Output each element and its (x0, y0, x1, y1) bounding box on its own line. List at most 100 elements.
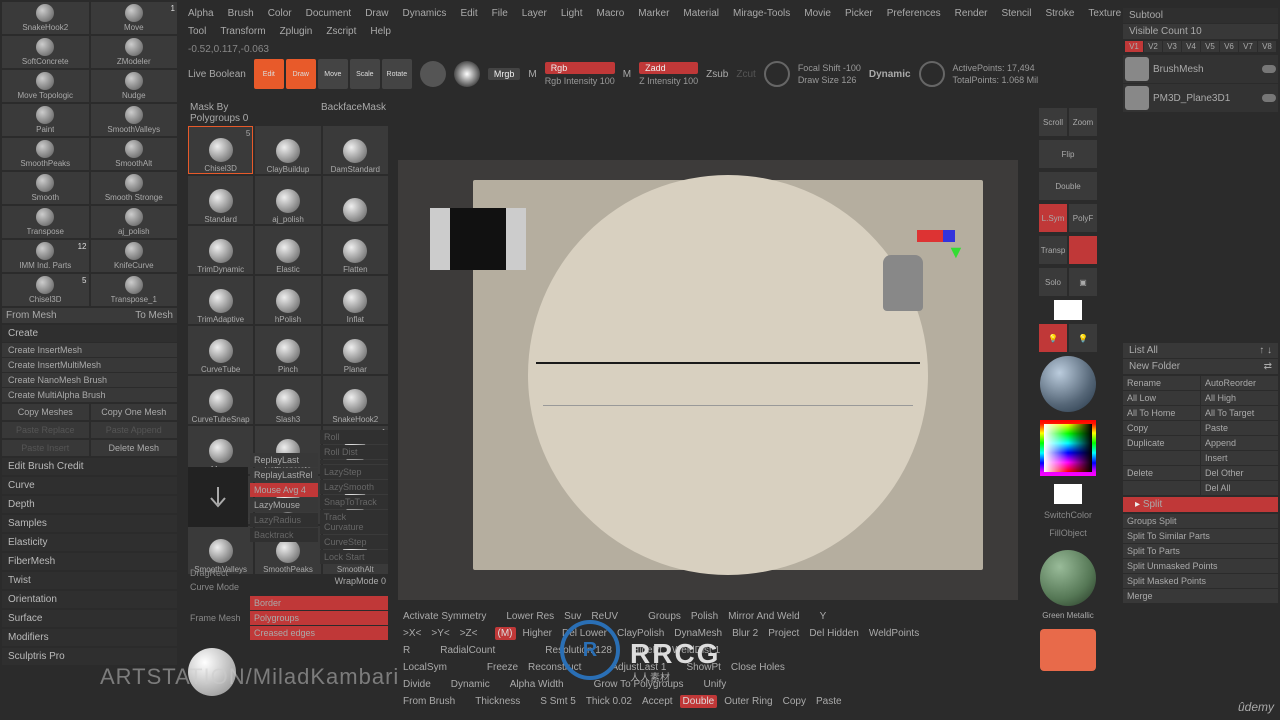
palette-hpolish[interactable]: hPolish (255, 276, 320, 324)
create-insertmesh[interactable]: Create InsertMesh (2, 343, 177, 357)
menu-stencil[interactable]: Stencil (1001, 8, 1031, 19)
menu-document[interactable]: Document (306, 8, 352, 19)
brush-nudge[interactable]: Nudge (91, 70, 178, 102)
model[interactable] (528, 175, 928, 575)
edit-mode-button[interactable]: Edit (254, 59, 284, 89)
frame-polygroups[interactable]: Polygroups (250, 611, 388, 625)
light-icon[interactable]: 💡 (1039, 324, 1067, 352)
curve-mode[interactable]: Curve Mode (188, 580, 248, 594)
color-picker[interactable] (1040, 420, 1096, 476)
menu-edit[interactable]: Edit (460, 8, 477, 19)
ghost-button[interactable] (1069, 236, 1097, 264)
brush-zmodeler[interactable]: ZModeler (91, 36, 178, 68)
frame-border[interactable]: Border (250, 596, 388, 610)
palette-slash3[interactable]: Slash3 (255, 376, 320, 424)
menu-macro[interactable]: Macro (597, 8, 625, 19)
edit-brush-credit[interactable]: Edit Brush Credit (2, 458, 177, 475)
list-all[interactable]: List All↑ ↓ (1123, 343, 1278, 358)
section-twist[interactable]: Twist (2, 572, 177, 589)
main-menu-2[interactable]: ToolTransformZpluginZscriptHelp (188, 26, 391, 37)
color-swatch-secondary[interactable] (1054, 484, 1082, 504)
brush-chisel3d[interactable]: Chisel3D5 (2, 274, 89, 306)
polyf-button[interactable]: PolyF (1069, 204, 1097, 232)
menu-draw[interactable]: Draw (365, 8, 388, 19)
zsub[interactable]: Zsub (706, 69, 728, 80)
menu-material[interactable]: Material (683, 8, 719, 19)
menu-color[interactable]: Color (268, 8, 292, 19)
create-insertmultimesh[interactable]: Create InsertMultiMesh (2, 358, 177, 372)
rotate-mode-button[interactable]: Rotate (382, 59, 412, 89)
material-toggle-icon[interactable] (454, 61, 480, 87)
gyro-icon[interactable] (420, 61, 446, 87)
material-ball[interactable] (1040, 356, 1096, 412)
menu-mirage-tools[interactable]: Mirage-Tools (733, 8, 790, 19)
screenshot-icon[interactable]: ▣ (1069, 268, 1097, 296)
split-header[interactable]: ▸ Split (1123, 497, 1278, 512)
palette-pinch[interactable]: Pinch (255, 326, 320, 374)
menu-texture[interactable]: Texture (1088, 8, 1121, 19)
section-curve[interactable]: Curve (2, 477, 177, 494)
menu-dynamics[interactable]: Dynamics (403, 8, 447, 19)
section-samples[interactable]: Samples (2, 515, 177, 532)
palette-curvetube[interactable]: CurveTube (188, 326, 253, 374)
flip-button[interactable]: Flip (1039, 140, 1097, 168)
focal-group[interactable]: Focal Shift -100 Draw Size 126 (798, 63, 861, 85)
subtool-pm3d_plane3d1[interactable]: PM3D_Plane3D1 (1123, 84, 1278, 112)
stroke-preview[interactable] (188, 467, 248, 527)
brush-move[interactable]: Move1 (91, 2, 178, 34)
brush-snakehook2[interactable]: SnakeHook2 (2, 2, 89, 34)
focal-ring-icon[interactable] (764, 61, 790, 87)
lsym-button[interactable]: L.Sym (1039, 204, 1067, 232)
palette-standard[interactable]: Standard (188, 176, 253, 224)
menu-file[interactable]: File (492, 8, 508, 19)
head-reference-icon[interactable] (883, 255, 923, 311)
palette-empty[interactable] (323, 176, 388, 224)
create-nanomesh-brush[interactable]: Create NanoMesh Brush (2, 373, 177, 387)
subtool-header[interactable]: Subtool (1123, 8, 1278, 23)
live-boolean[interactable]: Live Boolean (188, 69, 246, 80)
section-modifiers[interactable]: Modifiers (2, 629, 177, 646)
menu-render[interactable]: Render (955, 8, 988, 19)
menu-layer[interactable]: Layer (522, 8, 547, 19)
size-ring-icon[interactable] (919, 61, 945, 87)
zoom-button[interactable]: Zoom (1069, 108, 1097, 136)
subtool-brushmesh[interactable]: BrushMesh (1123, 55, 1278, 83)
palette-trimdynamic[interactable]: TrimDynamic (188, 226, 253, 274)
zadd-group[interactable]: Zadd Z Intensity 100 (639, 62, 698, 86)
menu-tool[interactable]: Tool (188, 26, 206, 37)
brush-knifecurve[interactable]: KnifeCurve (91, 240, 178, 272)
palette-aj_polish[interactable]: aj_polish (255, 176, 320, 224)
new-folder[interactable]: New Folder⇄ (1123, 359, 1278, 374)
mrgb-group[interactable]: Mrgb (488, 68, 521, 80)
palette-trimadaptive[interactable]: TrimAdaptive (188, 276, 253, 324)
move-mode-button[interactable]: Move (318, 59, 348, 89)
main-menu[interactable]: AlphaBrushColorDocumentDrawDynamicsEditF… (188, 8, 1270, 19)
material-ball-2[interactable] (1040, 550, 1096, 606)
brush-move-topologic[interactable]: Move Topologic (2, 70, 89, 102)
rgb-group[interactable]: Rgb Rgb Intensity 100 (545, 62, 615, 86)
brush-smoothpeaks[interactable]: SmoothPeaks (2, 138, 89, 170)
solo-button[interactable]: Solo (1039, 268, 1067, 296)
brush-paint[interactable]: Paint (2, 104, 89, 136)
from-to-mesh[interactable]: From MeshTo Mesh (2, 308, 177, 323)
section-depth[interactable]: Depth (2, 496, 177, 513)
menu-stroke[interactable]: Stroke (1045, 8, 1074, 19)
palette-inflat[interactable]: Inflat (323, 276, 388, 324)
reference-thumb[interactable] (430, 208, 526, 270)
brush-aj_polish[interactable]: aj_polish (91, 206, 178, 238)
menu-picker[interactable]: Picker (845, 8, 873, 19)
brush-smoothalt[interactable]: SmoothAlt (91, 138, 178, 170)
fill-object[interactable]: FillObject (1047, 526, 1089, 540)
light-off-icon[interactable]: 💡 (1069, 324, 1097, 352)
paste-row-2[interactable]: Paste InsertDelete Mesh (2, 440, 177, 456)
menu-zscript[interactable]: Zscript (326, 26, 356, 37)
menu-marker[interactable]: Marker (638, 8, 669, 19)
frame-creased edges[interactable]: Creased edges (250, 626, 388, 640)
white-swatch[interactable] (1054, 300, 1082, 320)
create-multialpha-brush[interactable]: Create MultiAlpha Brush (2, 388, 177, 402)
brush-transpose[interactable]: Transpose (2, 206, 89, 238)
brush-smooth[interactable]: Smooth (2, 172, 89, 204)
viewport[interactable]: ▼ (398, 160, 1018, 600)
brush-transpose_1[interactable]: Transpose_1 (91, 274, 178, 306)
palette-chisel3d[interactable]: Chisel3D5 (188, 126, 253, 174)
